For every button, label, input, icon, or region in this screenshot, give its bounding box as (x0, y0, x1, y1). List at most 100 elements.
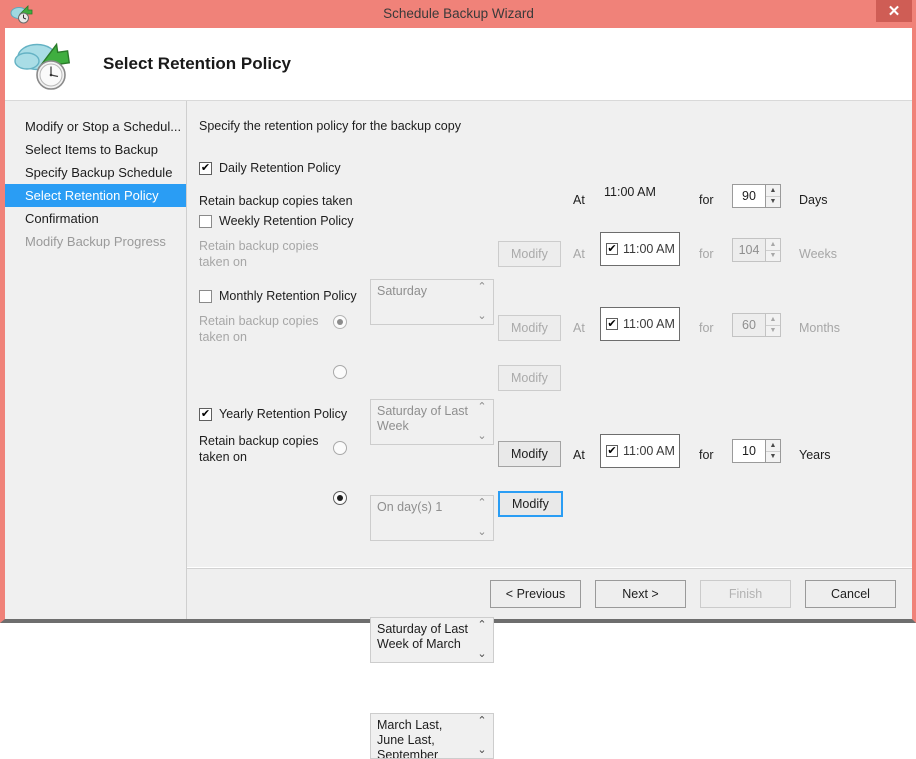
yearly-option-b-radio[interactable] (333, 491, 347, 505)
yearly-time-checkbox[interactable]: ✔ (606, 445, 618, 457)
weekly-day-value: Saturday (377, 284, 427, 298)
daily-days-increment-icon[interactable]: ▲ (766, 185, 780, 197)
yearly-years-value[interactable]: 10 (732, 439, 766, 463)
yearly-time-box[interactable]: ✔ 11:00 AM (600, 434, 680, 468)
yearly-retain-label: Retain backup copies taken on (199, 433, 319, 465)
daily-time-value: 11:00 AM (604, 185, 656, 199)
yearly-option-b-listbox[interactable]: March Last, June Last, September ⌃ ⌄ (370, 713, 494, 759)
monthly-retention-policy-checkbox-row[interactable]: Monthly Retention Policy (199, 289, 357, 303)
weekly-retention-label: Weekly Retention Policy (219, 214, 354, 228)
sidebar-item-select-items-to-backup[interactable]: Select Items to Backup (5, 138, 186, 161)
previous-button[interactable]: < Previous (490, 580, 581, 608)
yearly-years-stepper-buttons[interactable]: ▲ ▼ (766, 439, 781, 463)
yearly-option-b-modify-button[interactable]: Modify (498, 491, 563, 517)
chevron-down-icon[interactable]: ⌄ (477, 432, 486, 441)
chevron-up-icon[interactable]: ⌃ (477, 621, 486, 630)
yearly-years-decrement-icon[interactable]: ▼ (766, 452, 780, 463)
chevron-down-icon[interactable]: ⌄ (477, 746, 486, 755)
monthly-option-a-scroll-arrows[interactable]: ⌃ ⌄ (473, 400, 491, 444)
daily-retention-checkbox[interactable]: ✔ (199, 162, 212, 175)
yearly-retention-policy-checkbox-row[interactable]: ✔ Yearly Retention Policy (199, 407, 347, 421)
daily-days-stepper-buttons[interactable]: ▲ ▼ (766, 184, 781, 208)
weekly-time-checkbox[interactable]: ✔ (606, 243, 618, 255)
chevron-up-icon[interactable]: ⌃ (477, 499, 486, 508)
yearly-option-a-listbox[interactable]: Saturday of Last Week of March ⌃ ⌄ (370, 617, 494, 663)
yearly-option-b-radio-dot (337, 495, 343, 501)
yearly-retention-checkbox[interactable]: ✔ (199, 408, 212, 421)
monthly-option-b-scroll-arrows[interactable]: ⌃ ⌄ (473, 496, 491, 540)
chevron-down-icon[interactable]: ⌄ (477, 312, 486, 321)
monthly-retention-label: Monthly Retention Policy (219, 289, 357, 303)
monthly-option-a-modify-button: Modify (498, 315, 561, 341)
weekly-modify-button: Modify (498, 241, 561, 267)
monthly-months-unit-label: Months (799, 321, 840, 335)
daily-retention-policy-checkbox-row[interactable]: ✔ Daily Retention Policy (199, 161, 341, 175)
wizard-footer: < Previous Next > Finish Cancel (187, 567, 912, 619)
monthly-at-label: At (573, 321, 585, 335)
weekly-listbox-scroll-arrows[interactable]: ⌃ ⌄ (473, 280, 491, 324)
monthly-option-a-listbox[interactable]: Saturday of Last Week ⌃ ⌄ (370, 399, 494, 445)
monthly-retention-checkbox[interactable] (199, 290, 212, 303)
daily-retention-label: Daily Retention Policy (219, 161, 341, 175)
yearly-option-a-radio[interactable] (333, 441, 347, 455)
yearly-time-value: 11:00 AM (623, 444, 675, 458)
chevron-down-icon[interactable]: ⌄ (477, 650, 486, 659)
monthly-option-b-listbox[interactable]: On day(s) 1 ⌃ ⌄ (370, 495, 494, 541)
title-bar: Schedule Backup Wizard ✕ (5, 0, 912, 28)
chevron-up-icon[interactable]: ⌃ (477, 283, 486, 292)
monthly-time-value: 11:00 AM (623, 317, 675, 331)
monthly-time-checkbox[interactable]: ✔ (606, 318, 618, 330)
monthly-time-box[interactable]: ✔ 11:00 AM (600, 307, 680, 341)
sidebar-item-specify-backup-schedule[interactable]: Specify Backup Schedule (5, 161, 186, 184)
yearly-option-a-scroll-arrows[interactable]: ⌃ ⌄ (473, 618, 491, 662)
finish-button: Finish (700, 580, 791, 608)
weekly-weeks-value: 104 (732, 238, 766, 262)
yearly-option-b-scroll-arrows[interactable]: ⌃ ⌄ (473, 714, 491, 758)
chevron-down-icon[interactable]: ⌄ (477, 528, 486, 537)
daily-days-value[interactable]: 90 (732, 184, 766, 208)
yearly-for-label: for (699, 448, 714, 462)
weekly-retention-policy-checkbox-row[interactable]: Weekly Retention Policy (199, 214, 354, 228)
yearly-option-b-value: March Last, June Last, September (377, 718, 442, 759)
weekly-time-value: 11:00 AM (623, 242, 675, 256)
daily-at-label: At (573, 193, 585, 207)
daily-days-decrement-icon[interactable]: ▼ (766, 197, 780, 208)
yearly-years-unit-label: Years (799, 448, 831, 462)
next-button[interactable]: Next > (595, 580, 686, 608)
yearly-years-increment-icon[interactable]: ▲ (766, 440, 780, 452)
daily-days-stepper[interactable]: 90 ▲ ▼ (732, 184, 781, 208)
weekly-day-listbox[interactable]: Saturday ⌃ ⌄ (370, 279, 494, 325)
monthly-months-stepper[interactable]: 60 ▲ ▼ (732, 313, 781, 337)
monthly-for-label: for (699, 321, 714, 335)
weekly-weeks-increment-icon: ▲ (766, 239, 780, 251)
cancel-button[interactable]: Cancel (805, 580, 896, 608)
close-icon[interactable]: ✕ (876, 0, 912, 22)
monthly-option-a-radio[interactable] (333, 315, 347, 329)
monthly-months-increment-icon: ▲ (766, 314, 780, 326)
yearly-at-label: At (573, 448, 585, 462)
weekly-weeks-unit-label: Weeks (799, 247, 837, 261)
chevron-up-icon[interactable]: ⌃ (477, 717, 486, 726)
monthly-option-b-radio[interactable] (333, 365, 347, 379)
yearly-retention-label: Yearly Retention Policy (219, 407, 347, 421)
chevron-up-icon[interactable]: ⌃ (477, 403, 486, 412)
weekly-for-label: for (699, 247, 714, 261)
cloud-backup-clock-icon (13, 35, 77, 93)
retention-policy-form: Specify the retention policy for the bac… (187, 101, 912, 567)
page-title: Select Retention Policy (103, 54, 291, 74)
weekly-weeks-stepper[interactable]: 104 ▲ ▼ (732, 238, 781, 262)
yearly-option-a-modify-button[interactable]: Modify (498, 441, 561, 467)
window-title: Schedule Backup Wizard (5, 0, 912, 28)
content-panel: Specify the retention policy for the bac… (187, 101, 912, 619)
sidebar-item-modify-or-stop-schedule[interactable]: Modify or Stop a Schedul... (5, 115, 186, 138)
yearly-years-stepper[interactable]: 10 ▲ ▼ (732, 439, 781, 463)
weekly-time-box[interactable]: ✔ 11:00 AM (600, 232, 680, 266)
sidebar-item-confirmation[interactable]: Confirmation (5, 207, 186, 230)
weekly-weeks-stepper-buttons: ▲ ▼ (766, 238, 781, 262)
monthly-months-value: 60 (732, 313, 766, 337)
daily-days-unit-label: Days (799, 193, 827, 207)
sidebar-item-select-retention-policy[interactable]: Select Retention Policy (5, 184, 186, 207)
sidebar-item-modify-backup-progress: Modify Backup Progress (5, 230, 186, 253)
monthly-option-b-value: On day(s) 1 (377, 500, 442, 514)
weekly-retention-checkbox[interactable] (199, 215, 212, 228)
